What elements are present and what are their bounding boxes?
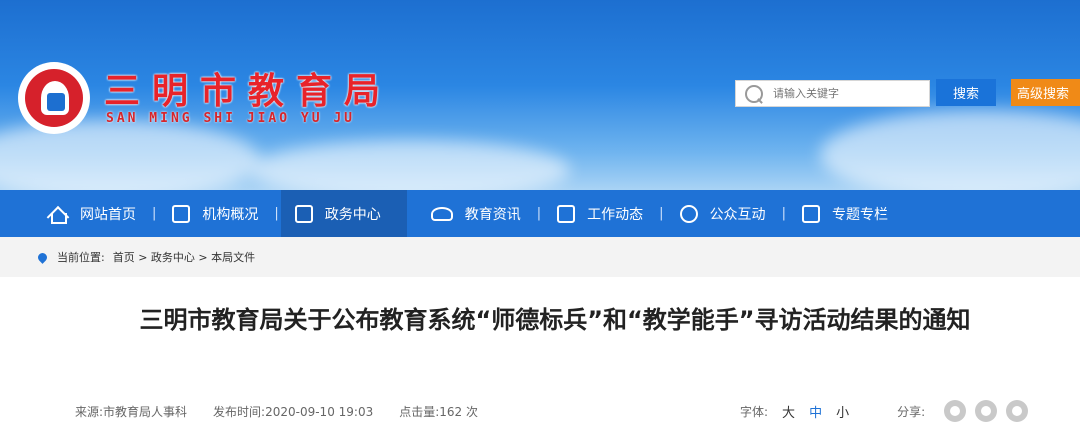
nav-item-label: 公众互动 bbox=[709, 206, 766, 223]
breadcrumb-label: 当前位置: bbox=[57, 251, 105, 264]
article-publish-time: 发布时间:2020-09-10 19:03 bbox=[213, 405, 374, 419]
cloud-decoration bbox=[820, 110, 1080, 190]
main-nav: 网站首页 | 机构概况 | 政务中心 教育资讯 | 工作动态 | 公众互动 | … bbox=[0, 190, 1080, 237]
article-source: 来源:市教育局人事科 bbox=[75, 405, 188, 419]
nav-item-interaction[interactable]: 公众互动 bbox=[666, 190, 780, 237]
nav-item-about[interactable]: 机构概况 bbox=[158, 190, 272, 237]
nav-separator: | bbox=[659, 206, 664, 221]
logo-emblem bbox=[25, 69, 83, 127]
article-title: 三明市教育局关于公布教育系统“师德标兵”和“教学能手”寻访活动结果的通知 bbox=[139, 306, 971, 334]
search-icon bbox=[745, 84, 763, 103]
site-logo-icon[interactable] bbox=[18, 62, 90, 134]
breadcrumb-path[interactable]: 首页 > 政务中心 > 本局文件 bbox=[113, 249, 255, 265]
nav-item-label: 机构概况 bbox=[202, 206, 259, 223]
graduation-cap-icon bbox=[430, 206, 453, 221]
font-size-medium[interactable]: 中 bbox=[809, 402, 822, 421]
search-box[interactable] bbox=[735, 80, 930, 107]
nav-item-topics[interactable]: 专题专栏 bbox=[788, 190, 902, 237]
search-input[interactable] bbox=[771, 86, 925, 101]
home-icon bbox=[48, 205, 68, 224]
site-subtitle: SAN MING SHI JIAO YU JU bbox=[106, 111, 356, 126]
cloud-decoration bbox=[250, 140, 570, 190]
nav-item-label: 网站首页 bbox=[80, 206, 136, 223]
nav-separator: | bbox=[536, 206, 542, 221]
search-button[interactable]: 搜索 bbox=[936, 79, 996, 106]
nav-item-label: 教育资讯 bbox=[464, 206, 521, 223]
nav-separator: | bbox=[781, 206, 786, 221]
wechat-share-icon[interactable] bbox=[944, 400, 967, 422]
nav-item-label: 政务中心 bbox=[324, 206, 381, 223]
nav-item-home[interactable]: 网站首页 bbox=[0, 190, 150, 237]
share-label: 分享: bbox=[897, 404, 926, 419]
nav-item-label: 工作动态 bbox=[587, 206, 644, 223]
font-size-small[interactable]: 小 bbox=[836, 402, 849, 421]
header-banner: 三明市教育局 SAN MING SHI JIAO YU JU 搜索 高级搜索 bbox=[0, 0, 1080, 190]
nav-separator: | bbox=[152, 206, 157, 221]
nav-item-work[interactable]: 工作动态 bbox=[543, 190, 657, 237]
nav-item-government[interactable]: 政务中心 bbox=[280, 190, 407, 237]
article-tools: 字体: 大 中 小 分享: bbox=[740, 400, 1029, 422]
flag-icon bbox=[801, 204, 820, 223]
location-pin-icon bbox=[36, 250, 49, 264]
chat-icon bbox=[679, 204, 698, 223]
breadcrumb: 当前位置: 首页 > 政务中心 > 本局文件 bbox=[0, 237, 1080, 277]
weibo-share-icon[interactable] bbox=[975, 400, 998, 422]
nav-separator: | bbox=[274, 206, 279, 221]
advanced-search-button[interactable]: 高级搜索 bbox=[1011, 79, 1080, 106]
article-clicks: 点击量:162 次 bbox=[399, 405, 478, 419]
nav-item-news[interactable]: 教育资讯 bbox=[407, 190, 535, 237]
favorite-share-icon[interactable] bbox=[1006, 400, 1029, 422]
site-title[interactable]: 三明市教育局 bbox=[104, 62, 392, 114]
article-meta: 来源:市教育局人事科 发布时间:2020-09-10 19:03 点击量:162… bbox=[75, 403, 478, 420]
newspaper-icon bbox=[557, 204, 576, 223]
font-size-large[interactable]: 大 bbox=[782, 402, 795, 421]
building-icon bbox=[172, 204, 191, 223]
font-size-label: 字体: bbox=[740, 404, 769, 419]
nav-item-label: 专题专栏 bbox=[831, 206, 888, 223]
monitor-icon bbox=[294, 204, 313, 223]
